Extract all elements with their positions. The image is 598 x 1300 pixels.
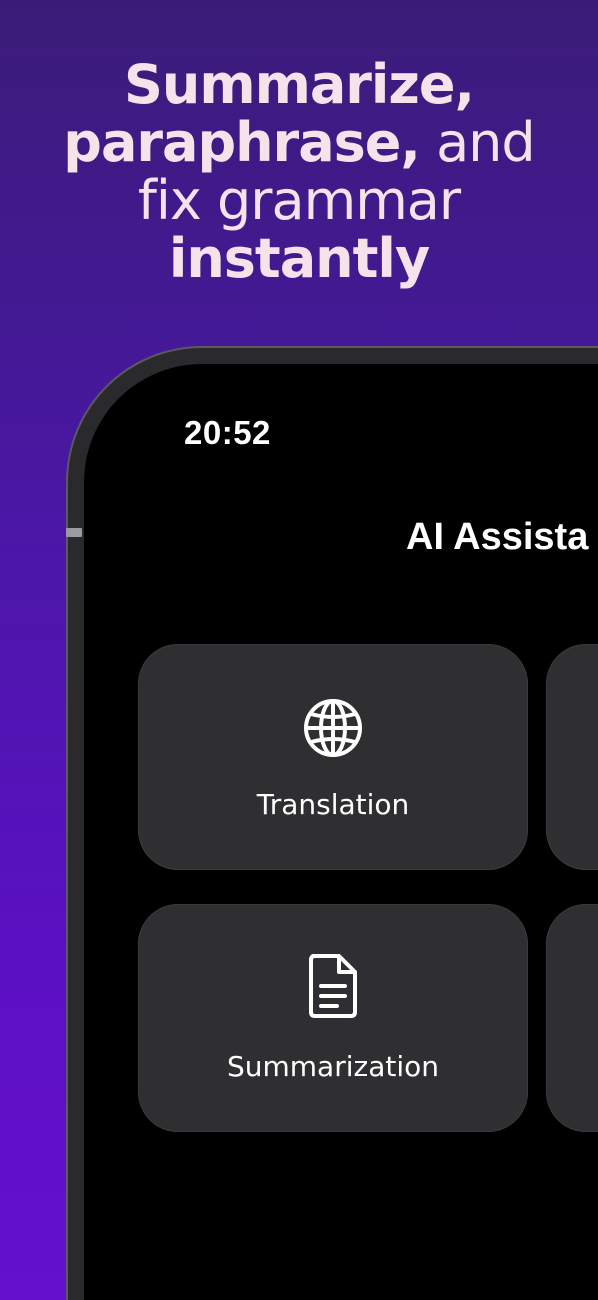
phone-side-button — [66, 528, 82, 537]
card-partial-bottom-right[interactable] — [546, 904, 598, 1132]
headline-line-4: instantly — [0, 230, 598, 288]
card-label-summarization: Summarization — [226, 1050, 439, 1083]
status-bar-time: 20:52 — [184, 414, 271, 451]
headline-word-paraphrase: paraphrase, — [63, 111, 421, 174]
card-partial-top-right[interactable] — [546, 644, 598, 870]
headline: Summarize, paraphrase, and fix grammar i… — [0, 56, 598, 288]
document-icon — [309, 954, 357, 1018]
headline-word-and: and — [419, 111, 536, 174]
marketing-screenshot: Summarize, paraphrase, and fix grammar i… — [0, 0, 598, 1300]
card-summarization[interactable]: Summarization — [138, 904, 528, 1132]
headline-line-1: Summarize, — [0, 56, 598, 114]
globe-icon — [304, 699, 362, 757]
headline-word-instantly: instantly — [168, 227, 430, 290]
headline-fix-grammar: fix grammar — [137, 169, 461, 232]
page-title: AI Assista — [406, 516, 589, 558]
headline-line-2: paraphrase, and — [0, 114, 598, 172]
headline-line-3: fix grammar — [0, 172, 598, 230]
card-label-translation: Translation — [256, 788, 410, 821]
card-translation[interactable]: Translation — [138, 644, 528, 870]
headline-word-summarize: Summarize, — [123, 53, 475, 116]
